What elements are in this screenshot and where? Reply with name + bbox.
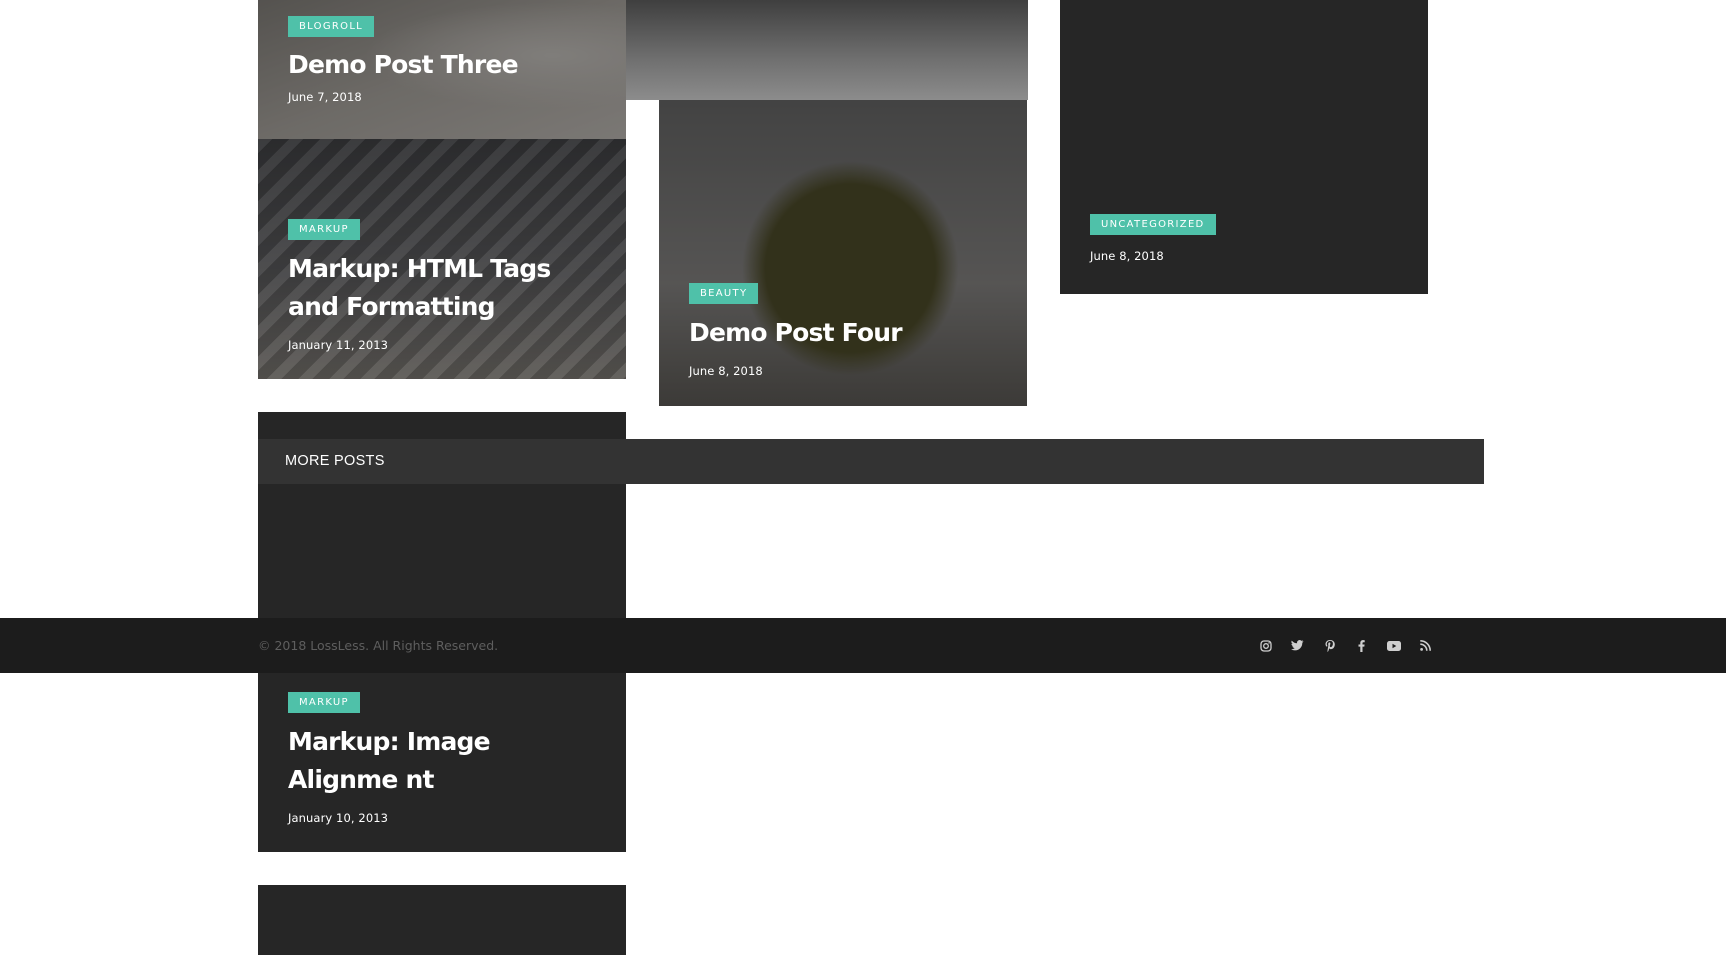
post-date: January 10, 2013	[288, 811, 389, 825]
rss-icon[interactable]	[1416, 637, 1435, 654]
pinterest-icon[interactable]	[1320, 637, 1339, 654]
youtube-icon[interactable]	[1384, 637, 1403, 654]
post-date: June 8, 2018	[689, 364, 763, 378]
post-card-demo-post-four[interactable]: Beauty Demo Post Four June 8, 2018	[659, 100, 1027, 406]
post-title[interactable]: Demo Post Four	[689, 314, 1007, 352]
post-card-markup-html-tags[interactable]: Markup Markup: HTML Tags and Formatting …	[258, 139, 626, 379]
post-date: June 7, 2018	[288, 90, 362, 104]
post-card-demo-post-three[interactable]: Blogroll Demo Post Three June 7, 2018	[258, 0, 626, 139]
post-card-next[interactable]	[258, 885, 626, 955]
post-title[interactable]: Markup: Image Alignme nt	[288, 723, 588, 799]
post-card-uncategorized[interactable]: Uncategorized June 8, 2018	[1060, 0, 1428, 294]
category-badge[interactable]: Markup	[288, 219, 360, 240]
category-badge[interactable]: Markup	[288, 692, 360, 713]
facebook-icon[interactable]	[1352, 637, 1371, 654]
category-badge[interactable]: Beauty	[689, 283, 759, 304]
site-footer: © 2018 LossLess. All Rights Reserved.	[0, 618, 1726, 673]
social-links	[1256, 637, 1435, 654]
twitter-icon[interactable]	[1288, 637, 1307, 654]
category-badge[interactable]: Blogroll	[288, 16, 375, 37]
post-thumbnail	[626, 0, 1028, 100]
more-posts-bar: MORE POSTS	[258, 439, 1484, 484]
more-posts-label: MORE POSTS	[285, 453, 385, 469]
post-date: January 11, 2013	[288, 338, 389, 352]
post-title[interactable]: Demo Post Three	[288, 46, 606, 84]
post-date: June 8, 2018	[1090, 249, 1164, 263]
post-title[interactable]: Markup: HTML Tags and Formatting	[288, 250, 606, 326]
post-card-thumbnail-top[interactable]	[626, 0, 1028, 100]
instagram-icon[interactable]	[1256, 637, 1275, 654]
copyright-text: © 2018 LossLess. All Rights Reserved.	[258, 638, 499, 653]
category-badge[interactable]: Uncategorized	[1090, 214, 1216, 235]
